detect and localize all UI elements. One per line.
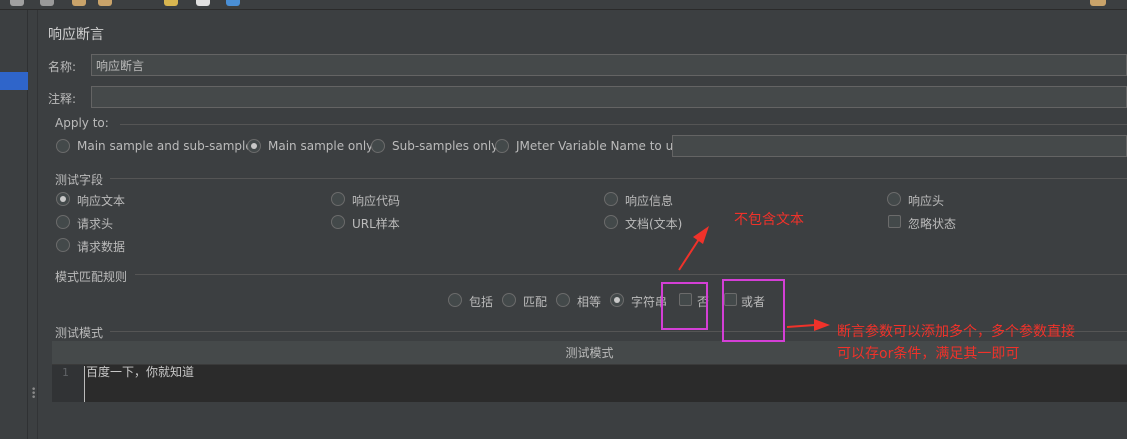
or-note-arrow-icon xyxy=(786,319,830,331)
or-note-annotation-line1: 断言参数可以添加多个，多个参数直接 xyxy=(837,324,1075,340)
annotation-arrows xyxy=(678,226,830,331)
not-contains-annotation: 不包含文本 xyxy=(734,212,804,228)
or-note-annotation-line2: 可以存or条件，满足其一即可 xyxy=(837,346,1020,362)
not-contains-arrow-icon xyxy=(678,226,709,271)
